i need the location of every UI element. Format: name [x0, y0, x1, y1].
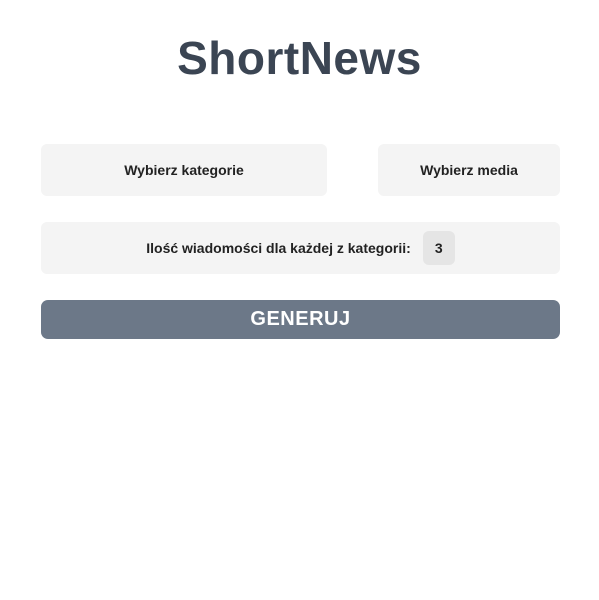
news-count-input[interactable] — [422, 231, 455, 265]
select-category-button[interactable]: Wybierz kategorie — [41, 144, 327, 196]
news-count-label: Ilość wiadomości dla każdej z kategorii: — [146, 240, 411, 256]
select-media-label: Wybierz media — [420, 162, 518, 178]
app-page: ShortNews Wybierz kategorie Wybierz medi… — [0, 0, 599, 600]
generate-button[interactable]: GENERUJ — [41, 300, 560, 339]
select-media-button[interactable]: Wybierz media — [378, 144, 560, 196]
news-count-row: Ilość wiadomości dla każdej z kategorii: — [41, 222, 560, 274]
app-title: ShortNews — [177, 32, 422, 84]
select-category-label: Wybierz kategorie — [124, 162, 244, 178]
